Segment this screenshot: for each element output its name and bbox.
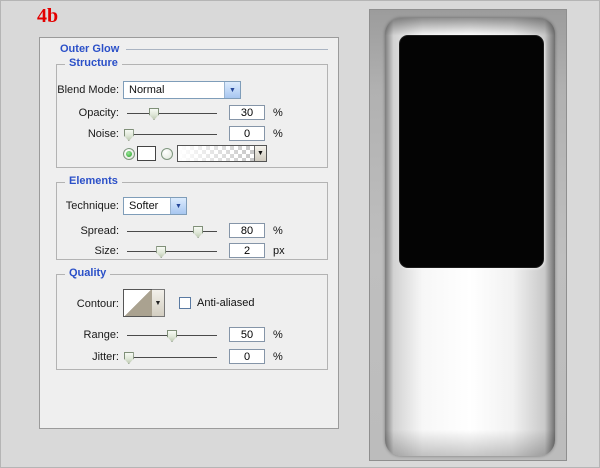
opacity-slider-thumb[interactable] <box>149 108 159 120</box>
range-row: Range: % <box>57 327 327 343</box>
jitter-unit: % <box>273 351 283 363</box>
quality-group: Quality Contour: ▼ Anti-aliased Range: %… <box>56 267 328 370</box>
spread-unit: % <box>273 225 283 237</box>
size-input[interactable] <box>229 243 265 258</box>
contour-picker[interactable] <box>123 289 153 317</box>
size-slider[interactable] <box>127 243 217 259</box>
spread-label: Spread: <box>80 225 119 237</box>
size-label: Size: <box>94 245 119 257</box>
blend-mode-row: Blend Mode: Normal ▼ <box>57 81 327 99</box>
structure-legend: Structure <box>65 57 122 69</box>
opacity-input[interactable] <box>229 105 265 120</box>
jitter-row: Jitter: % <box>57 349 327 365</box>
opacity-slider[interactable] <box>127 105 217 121</box>
size-slider-thumb[interactable] <box>156 246 167 258</box>
elements-group: Elements Technique: Softer ▼ Spread: % S… <box>56 175 328 260</box>
opacity-label: Opacity: <box>78 107 119 119</box>
spread-slider-track <box>127 231 217 232</box>
jitter-input[interactable] <box>229 349 265 364</box>
jitter-label: Jitter: <box>92 351 119 363</box>
technique-row: Technique: Softer ▼ <box>57 197 327 215</box>
structure-group: Structure Blend Mode: Normal ▼ Opacity: … <box>56 57 328 168</box>
noise-unit: % <box>273 128 283 140</box>
opacity-slider-track <box>127 113 217 114</box>
contour-row: Contour: ▼ Anti-aliased <box>57 289 327 317</box>
quality-legend: Quality <box>65 267 111 279</box>
range-unit: % <box>273 329 283 341</box>
blend-mode-label: Blend Mode: <box>57 84 119 96</box>
noise-input[interactable] <box>229 126 265 141</box>
size-unit: px <box>273 245 285 257</box>
opacity-row: Opacity: % <box>57 105 327 121</box>
noise-slider[interactable] <box>123 126 217 142</box>
size-row: Size: px <box>57 243 327 259</box>
range-input[interactable] <box>229 327 265 342</box>
chevron-down-icon[interactable]: ▼ <box>170 198 186 214</box>
contour-chevron-down-icon[interactable]: ▼ <box>152 289 165 317</box>
gradient-preview[interactable]: ▼ <box>177 145 267 162</box>
jitter-slider-thumb[interactable] <box>123 352 134 364</box>
noise-slider-thumb[interactable] <box>123 129 134 141</box>
jitter-slider[interactable] <box>123 349 217 365</box>
technique-label: Technique: <box>65 200 119 212</box>
spread-row: Spread: % <box>57 223 327 239</box>
range-slider[interactable] <box>127 327 217 343</box>
size-slider-track <box>127 251 217 252</box>
anti-aliased-checkbox[interactable] <box>179 297 191 309</box>
screenshot-root: 4b Outer Glow Structure Blend Mode: Norm… <box>0 0 600 468</box>
noise-label: Noise: <box>87 128 119 140</box>
blend-mode-select[interactable]: Normal ▼ <box>123 81 241 99</box>
range-slider-thumb[interactable] <box>167 330 177 342</box>
glow-color-swatch[interactable] <box>137 146 156 161</box>
opacity-unit: % <box>273 107 283 119</box>
spread-input[interactable] <box>229 223 265 238</box>
noise-slider-track <box>127 134 217 135</box>
glow-color-row: ▼ <box>57 145 327 163</box>
panel-title-rule <box>126 48 328 50</box>
outer-glow-panel: Outer Glow Structure Blend Mode: Normal … <box>39 37 339 429</box>
technique-value: Softer <box>129 200 159 212</box>
noise-row: Noise: % <box>57 126 327 142</box>
anti-aliased-label: Anti-aliased <box>197 297 255 309</box>
spread-slider-thumb[interactable] <box>193 226 204 238</box>
panel-header: Outer Glow <box>60 42 328 56</box>
color-radio-selected[interactable] <box>123 148 135 160</box>
panel-title: Outer Glow <box>60 43 120 55</box>
jitter-slider-track <box>127 357 217 358</box>
canvas-area[interactable] <box>369 9 567 461</box>
range-label: Range: <box>83 329 119 341</box>
gradient-radio[interactable] <box>161 148 173 160</box>
chevron-down-icon[interactable]: ▼ <box>224 82 240 98</box>
elements-legend: Elements <box>65 175 122 187</box>
spread-slider[interactable] <box>127 223 217 239</box>
blend-mode-value: Normal <box>129 84 165 96</box>
figure-label: 4b <box>37 5 59 27</box>
device-screen <box>399 35 544 268</box>
device-body <box>385 18 555 456</box>
technique-select[interactable]: Softer ▼ <box>123 197 187 215</box>
gradient-chevron-down-icon[interactable]: ▼ <box>254 146 266 161</box>
contour-label: Contour: <box>76 298 119 310</box>
